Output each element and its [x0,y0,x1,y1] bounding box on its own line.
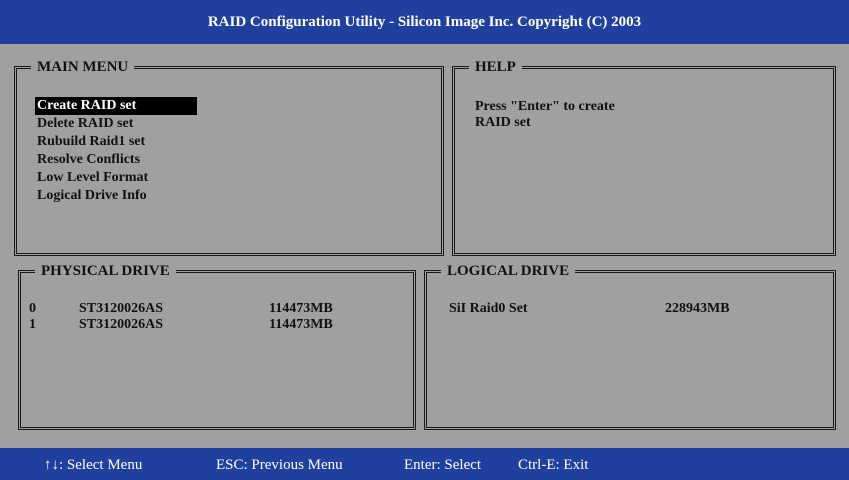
status-bar: ↑↓: Select Menu ESC: Previous Menu Enter… [0,448,849,480]
logical-drive-panel: LOGICAL DRIVE SiI Raid0 Set 228943MB [424,262,836,430]
title-bar: RAID Configuration Utility - Silicon Ima… [0,0,849,44]
physical-drive-panel: PHYSICAL DRIVE 0 ST3120026AS 114473MB 1 … [18,262,416,430]
main-menu-panel: MAIN MENU Create RAID set Delete RAID se… [14,58,444,256]
drive-index: 0 [29,301,36,316]
logical-drive-title: LOGICAL DRIVE [441,262,576,280]
main-menu-list: Create RAID set Delete RAID set Rubuild … [35,97,197,205]
hint-exit: Ctrl-E: Exit [518,457,589,473]
drive-index: 1 [29,317,36,332]
logical-drive-size: 228943MB [665,301,730,316]
hint-enter-select: Enter: Select [404,457,482,473]
menu-item-logical-drive-info[interactable]: Logical Drive Info [35,187,197,205]
help-line: RAID set [475,115,531,130]
menu-item-create-raid-set[interactable]: Create RAID set [35,97,197,115]
help-panel: HELP Press "Enter" to create RAID set [452,58,836,256]
menu-item-resolve-conflicts[interactable]: Resolve Conflicts [35,151,197,169]
drive-size: 114473MB [269,301,333,316]
help-title: HELP [469,58,522,76]
logical-drive-name: SiI Raid0 Set [449,301,528,316]
drive-size: 114473MB [269,317,333,332]
menu-item-delete-raid-set[interactable]: Delete RAID set [35,115,197,133]
main-menu-title: MAIN MENU [31,58,135,76]
help-line: Press "Enter" to create [475,99,615,114]
drive-model: ST3120026AS [79,301,164,316]
help-text: Press "Enter" to create RAID set [475,99,615,131]
drive-model: ST3120026AS [79,317,164,332]
menu-item-rebuild-raid1-set[interactable]: Rubuild Raid1 set [35,133,197,151]
physical-drive-title: PHYSICAL DRIVE [35,262,176,280]
app-title: RAID Configuration Utility - Silicon Ima… [207,13,642,30]
hint-previous-menu: ESC: Previous Menu [216,457,343,473]
menu-item-low-level-format[interactable]: Low Level Format [35,169,197,187]
hint-select-menu: ↑↓: Select Menu [44,457,143,473]
